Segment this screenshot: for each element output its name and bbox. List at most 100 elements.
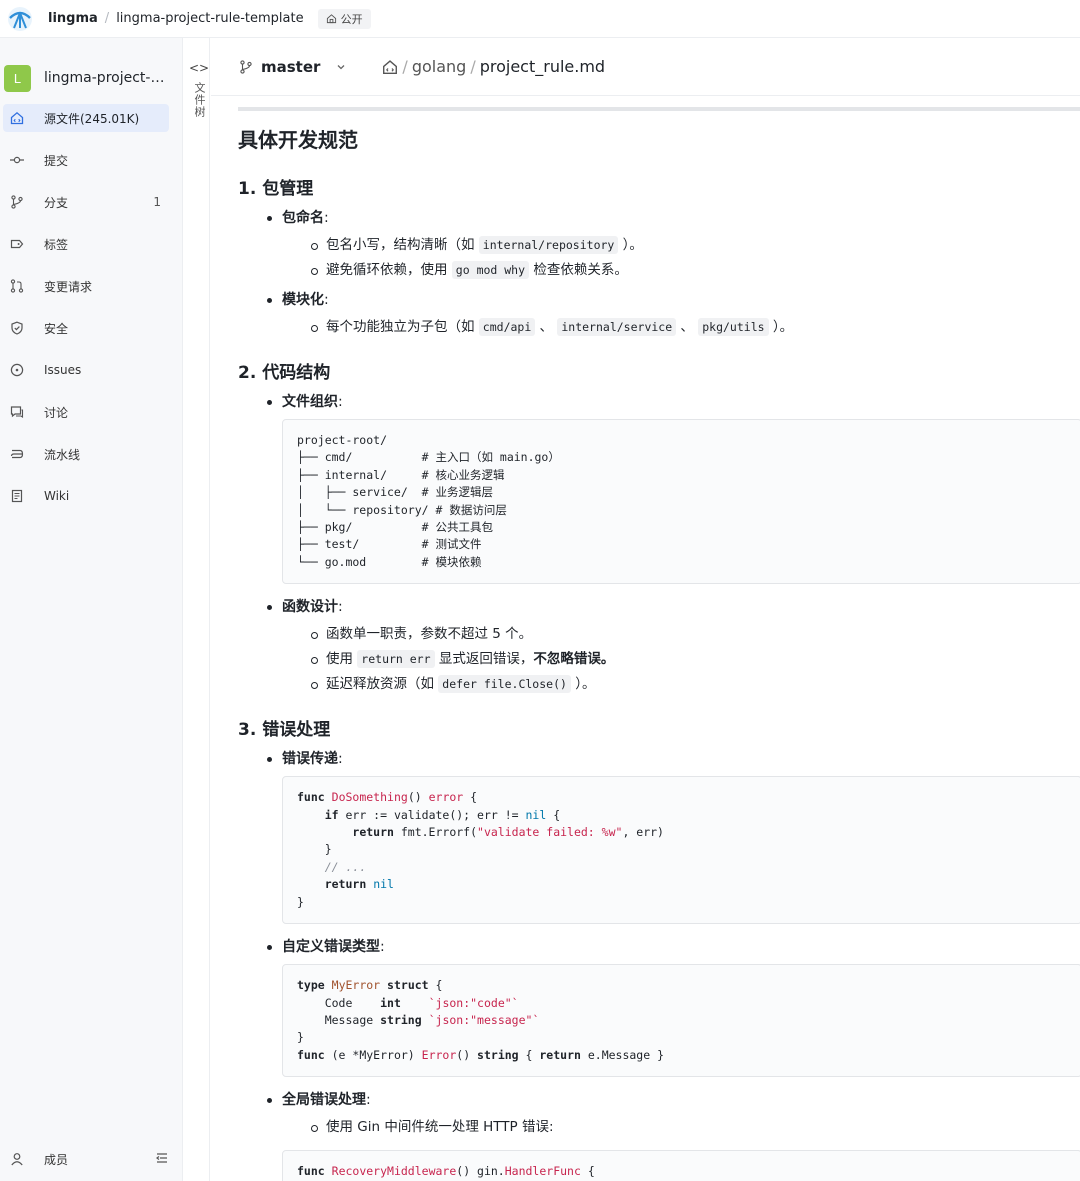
tag-icon (3, 237, 31, 251)
collapse-sidebar-icon[interactable] (155, 1151, 169, 1168)
path-bar: master / golang / project_rule.md (211, 38, 1080, 96)
code-line: │ ├── service/ # 业务逻辑层 (297, 485, 493, 500)
list-item: 自定义错误类型: (238, 936, 1080, 958)
code-string: `json:"code"` (428, 995, 519, 1010)
code-function: Error (421, 1047, 457, 1062)
item-text: 每个功能独立为子包（如 (326, 319, 479, 335)
inline-code: cmd/api (478, 318, 536, 336)
markdown-document: 具体开发规范 1. 包管理 包命名: 包名小写，结构清晰（如 internal/… (238, 120, 1080, 1181)
code-line: // ... (297, 859, 1067, 876)
item-colon: : (324, 210, 329, 226)
wiki-icon (3, 489, 31, 503)
item-text: 延迟释放资源（如 (326, 676, 439, 693)
code-type: MyError (331, 978, 381, 993)
code-text: () (456, 1047, 478, 1062)
breadcrumb-org[interactable]: lingma (48, 11, 98, 26)
inline-code: go mod why (451, 261, 530, 279)
code-field: Message (324, 1012, 374, 1027)
code-keyword: struct (387, 978, 429, 993)
inline-code: return err (357, 650, 435, 669)
code-line: ├── test/ # 测试文件 (297, 537, 482, 552)
code-line: Message string `json:"message"` (297, 1012, 1067, 1029)
sidebar-item-label: Issues (44, 363, 82, 377)
file-tree-strip: <> 文件树 (183, 38, 210, 1181)
inline-code: internal/service (557, 318, 677, 336)
breadcrumb-repo[interactable]: lingma-project-rule-template (116, 11, 303, 26)
sidebar-item-wiki[interactable]: Wiki (3, 482, 169, 510)
branch-icon (240, 59, 252, 74)
content-divider (238, 107, 1080, 111)
sidebar-item-pipelines[interactable]: 流水线 (3, 440, 169, 468)
code-keyword: return (324, 877, 367, 892)
list-item: 全局错误处理: (238, 1089, 1080, 1111)
list-item: 文件组织: (238, 391, 1080, 413)
code-block[interactable]: project-root/ ├── cmd/ # 主入口（如 main.go） ├─… (282, 419, 1080, 585)
repo-avatar: L (4, 64, 31, 92)
visibility-label: 公开 (340, 12, 363, 26)
breadcrumb-separator: / (104, 11, 110, 26)
sidebar-item-label: Wiki (44, 489, 70, 503)
public-repo-icon (326, 14, 336, 24)
code-type: int (380, 995, 401, 1010)
item-text: 、 (535, 319, 558, 335)
code-function: DoSomething (331, 790, 408, 805)
file-tree-label[interactable]: 文件树 (191, 82, 207, 118)
code-string: `json:"message"` (428, 1012, 540, 1027)
repo-root-icon[interactable] (382, 59, 398, 75)
list-item: 包命名: (238, 207, 1080, 229)
item-text: 使用 (326, 651, 358, 668)
sidebar-item-label: 分支 (44, 195, 69, 210)
item-text: ）。 (768, 319, 794, 335)
code-toggle-icon[interactable]: <> (189, 61, 209, 75)
code-text: } (324, 842, 332, 857)
sidebar-nav: 源文件(245.01K) 提交 分支 1 标签 变更请求 安全 Issues 讨… (0, 104, 183, 524)
path-separator: / (402, 57, 408, 76)
code-block[interactable]: func RecoveryMiddleware() gin.HandlerFun… (282, 1150, 1080, 1181)
path-file: project_rule.md (479, 57, 606, 76)
app-logo-icon[interactable] (6, 5, 34, 33)
sidebar-item-discussions[interactable]: 讨论 (3, 398, 169, 426)
item-colon: : (324, 292, 329, 308)
path-folder[interactable]: golang (412, 57, 467, 76)
code-line: └── go.mod # 模块依赖 (297, 554, 482, 569)
sidebar-item-issues[interactable]: Issues (3, 356, 169, 384)
sidebar-item-source[interactable]: 源文件(245.01K) (3, 104, 169, 132)
doc-title: 具体开发规范 (238, 128, 358, 152)
item-label: 错误传递 (282, 751, 338, 768)
sidebar-item-merge-requests[interactable]: 变更请求 (3, 272, 169, 300)
inline-code: pkg/utils (698, 318, 769, 336)
code-keyword: if (324, 807, 339, 822)
sidebar-item-label: 提交 (44, 153, 69, 168)
section-heading: 1. 包管理 (238, 179, 314, 199)
file-breadcrumb: / golang / project_rule.md (382, 57, 605, 76)
item-text: 、 (676, 319, 699, 335)
sidebar-item-security[interactable]: 安全 (3, 314, 169, 342)
item-text: 避免循环依赖，使用 (326, 262, 452, 278)
sidebar-item-tags[interactable]: 标签 (3, 230, 169, 258)
sidebar-item-commits[interactable]: 提交 (3, 146, 169, 174)
item-label: 文件组织 (282, 394, 338, 410)
sidebar-item-branches[interactable]: 分支 1 (3, 188, 169, 216)
code-line: } (297, 1029, 1067, 1046)
code-type: string (380, 1012, 422, 1027)
code-field: Code (324, 995, 353, 1010)
branch-count-badge: 1 (153, 195, 161, 209)
sidebar-item-members[interactable]: 成员 (3, 1145, 169, 1173)
code-text: (e *MyError) (324, 1047, 422, 1062)
shield-icon (3, 321, 31, 335)
section-heading: 2. 代码结构 (238, 363, 331, 383)
commit-icon (3, 153, 31, 167)
branch-selector[interactable]: master (239, 58, 346, 76)
list-item: 使用 return err 显式返回错误，不忽略错误。 (238, 647, 1080, 672)
code-block[interactable]: type MyError struct { Code int `json:"co… (282, 964, 1080, 1078)
code-line: func RecoveryMiddleware() gin.HandlerFun… (297, 1163, 1067, 1180)
repo-header[interactable]: L lingma-project-rul... (0, 60, 183, 96)
code-line: │ └── repository/ # 数据访问层 (297, 502, 507, 517)
code-block[interactable]: func DoSomething() error { if err := val… (282, 776, 1080, 925)
repo-name: lingma-project-rul... (44, 70, 170, 86)
merge-request-icon (3, 279, 31, 293)
list-item: 函数设计: (238, 596, 1080, 618)
chevron-down-icon (337, 64, 345, 69)
code-keyword: type (297, 978, 325, 993)
path-separator: / (470, 57, 476, 76)
